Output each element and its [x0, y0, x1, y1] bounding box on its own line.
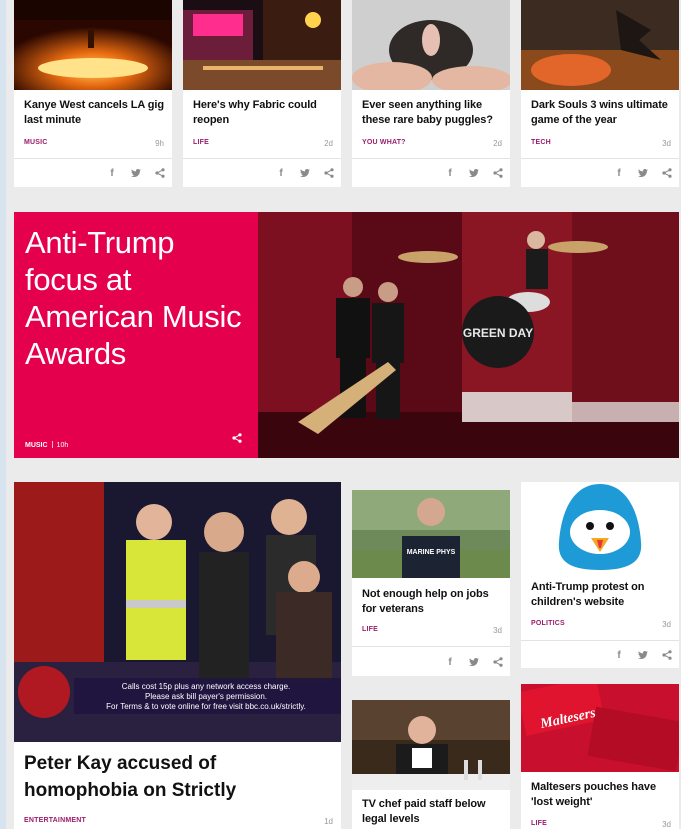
- story-headline[interactable]: Anti-Trump protest on children's website: [531, 580, 671, 610]
- facebook-icon[interactable]: f: [106, 167, 118, 179]
- twitter-icon[interactable]: [637, 649, 649, 661]
- share-icon[interactable]: [154, 167, 166, 179]
- story-time: 9h: [155, 139, 164, 148]
- big-story-text: Peter Kay accused of homophobia on Stric…: [14, 742, 341, 829]
- share-icon[interactable]: [661, 649, 673, 661]
- twitter-icon[interactable]: [468, 656, 480, 668]
- shirt-logo-text: MARINE PHYS: [407, 549, 456, 556]
- story-image: Calls cost 15p plus any network access c…: [14, 482, 341, 742]
- penguin-icon: [558, 484, 642, 570]
- card-divider: [352, 646, 510, 647]
- facebook-icon[interactable]: f: [275, 167, 287, 179]
- facebook-icon[interactable]: f: [444, 656, 456, 668]
- story-category[interactable]: POLITICS: [531, 620, 565, 627]
- story-card-puggles[interactable]: Ever seen anything like these rare baby …: [352, 0, 510, 187]
- share-bar: f: [275, 166, 335, 180]
- card-divider: [14, 158, 172, 159]
- story-image: Maltesers: [521, 684, 679, 772]
- page-frame: Kanye West cancels LA gig last minute MU…: [0, 0, 681, 829]
- meta-separator: [51, 441, 53, 448]
- facebook-icon[interactable]: f: [613, 649, 625, 661]
- story-card-veterans[interactable]: MARINE PHYS Not enough help on jobs for …: [352, 490, 510, 676]
- vote-caption-line-1: Calls cost 15p plus any network access c…: [122, 682, 291, 691]
- story-time: 2d: [324, 139, 333, 148]
- story-category[interactable]: MUSIC: [24, 139, 48, 146]
- feature-headline[interactable]: Anti-Trump focus at American Music Award…: [25, 224, 245, 372]
- story-image: [14, 0, 172, 90]
- feature-text-panel: Anti-Trump focus at American Music Award…: [14, 212, 258, 458]
- bass-drum-logo: GREEN DAY: [463, 326, 533, 340]
- share-bar: f: [613, 166, 673, 180]
- feature-time: 10h: [56, 442, 69, 449]
- story-card-kanye[interactable]: Kanye West cancels LA gig last minute MU…: [14, 0, 172, 187]
- story-card-club-penguin[interactable]: Anti-Trump protest on children's website…: [521, 482, 679, 668]
- share-bar: f: [613, 648, 673, 662]
- story-time: 2d: [493, 139, 502, 148]
- share-bar: f: [106, 166, 166, 180]
- feature-meta: MUSIC 10h: [25, 441, 68, 449]
- story-category[interactable]: LIFE: [193, 139, 209, 146]
- share-icon[interactable]: [661, 167, 673, 179]
- story-image: [521, 482, 679, 570]
- story-headline[interactable]: Here's why Fabric could reopen: [193, 98, 333, 128]
- story-headline[interactable]: Ever seen anything like these rare baby …: [362, 98, 502, 128]
- story-time: 3d: [662, 820, 671, 829]
- vote-caption-line-3: For Terms & to vote online for free visi…: [106, 702, 306, 711]
- story-category[interactable]: TECH: [531, 139, 551, 146]
- story-card-dark-souls[interactable]: Dark Souls 3 wins ultimate game of the y…: [521, 0, 679, 187]
- twitter-icon[interactable]: [130, 167, 142, 179]
- card-divider: [183, 158, 341, 159]
- share-bar: f: [444, 655, 504, 669]
- twitter-icon[interactable]: [299, 167, 311, 179]
- story-image: [352, 700, 510, 790]
- twitter-icon[interactable]: [637, 167, 649, 179]
- story-category[interactable]: LIFE: [362, 626, 378, 633]
- story-headline[interactable]: Dark Souls 3 wins ultimate game of the y…: [531, 98, 671, 128]
- news-grid: Kanye West cancels LA gig last minute MU…: [6, 0, 681, 829]
- story-image: MARINE PHYS: [352, 490, 510, 578]
- story-image: [521, 0, 679, 90]
- share-bar: f: [444, 166, 504, 180]
- vote-caption-line-2: Please ask bill payer's permission.: [145, 692, 267, 701]
- story-card-maltesers[interactable]: Maltesers Maltesers pouches have 'lost w…: [521, 684, 679, 829]
- story-category[interactable]: ENTERTAINMENT: [24, 817, 86, 824]
- facebook-icon[interactable]: f: [613, 167, 625, 179]
- card-divider: [352, 158, 510, 159]
- facebook-icon[interactable]: f: [444, 167, 456, 179]
- story-card-fabric[interactable]: Here's why Fabric could reopen LIFE 2d f: [183, 0, 341, 187]
- story-headline[interactable]: Maltesers pouches have 'lost weight': [531, 780, 671, 810]
- story-time: 3d: [662, 620, 671, 629]
- share-icon[interactable]: [492, 656, 504, 668]
- story-category[interactable]: LIFE: [531, 820, 547, 827]
- feature-share-icon[interactable]: [232, 430, 242, 448]
- card-divider: [521, 640, 679, 641]
- card-divider: [521, 158, 679, 159]
- share-icon[interactable]: [323, 167, 335, 179]
- twitter-icon[interactable]: [468, 167, 480, 179]
- feature-story-amas[interactable]: Anti-Trump focus at American Music Award…: [14, 212, 679, 458]
- story-card-tv-chef[interactable]: TV chef paid staff below legal levels: [352, 700, 510, 829]
- feature-category[interactable]: MUSIC: [25, 442, 48, 449]
- story-image: [183, 0, 341, 90]
- share-icon[interactable]: [492, 167, 504, 179]
- story-headline[interactable]: TV chef paid staff below legal levels: [362, 797, 502, 827]
- big-story-headline[interactable]: Peter Kay accused of homophobia on Stric…: [24, 750, 324, 804]
- story-image: [352, 0, 510, 90]
- story-time: 1d: [324, 817, 333, 826]
- story-card-peter-kay[interactable]: Calls cost 15p plus any network access c…: [14, 482, 341, 829]
- story-category[interactable]: YOU WHAT?: [362, 139, 406, 146]
- story-headline[interactable]: Kanye West cancels LA gig last minute: [24, 98, 164, 128]
- story-headline[interactable]: Not enough help on jobs for veterans: [362, 587, 502, 617]
- story-time: 3d: [662, 139, 671, 148]
- feature-image: GREEN DAY: [258, 212, 679, 458]
- story-time: 3d: [493, 626, 502, 635]
